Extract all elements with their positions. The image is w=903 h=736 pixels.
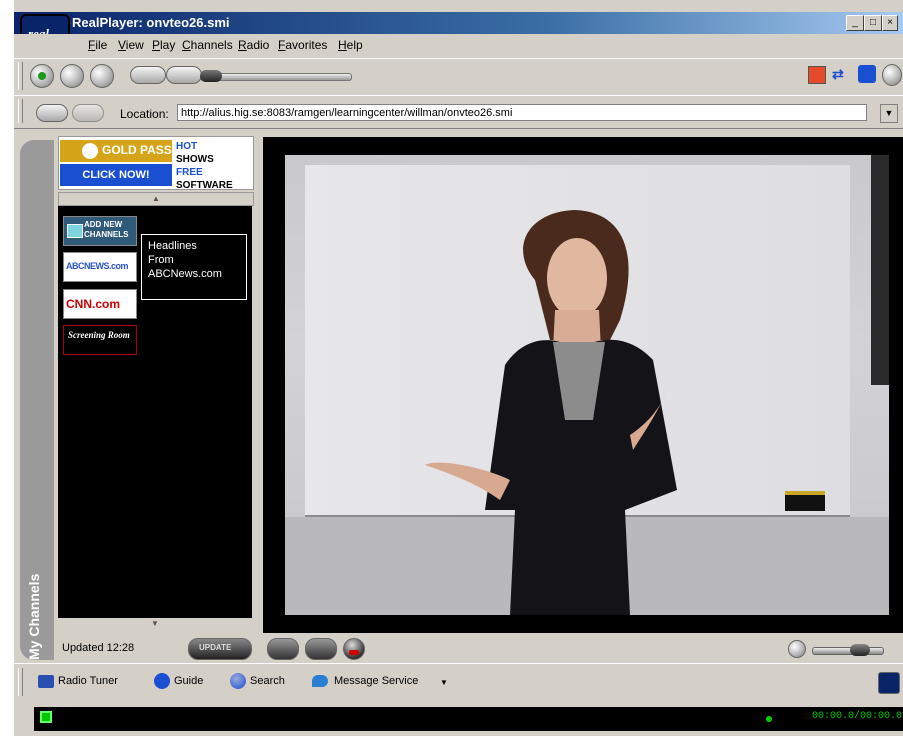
news-icon[interactable] [858, 65, 876, 83]
location-grip[interactable] [18, 99, 23, 123]
ad-hot: HOT [176, 141, 198, 152]
left-edge [0, 0, 14, 736]
tooltip-line-1: Headlines [148, 240, 197, 252]
ad-gold-text: GOLD PASS [102, 143, 172, 157]
volume-thumb[interactable] [850, 644, 870, 656]
monitor-icon [67, 224, 83, 238]
pause-button[interactable] [60, 64, 84, 88]
search-icon [230, 673, 246, 689]
maximize-button[interactable]: □ [864, 15, 882, 31]
play-button[interactable] [30, 64, 54, 88]
channel-abcnews-label: ABCNEWS.com [66, 261, 129, 271]
tooltip-line-3: ABCNews.com [148, 268, 222, 280]
connection-dot-icon [766, 716, 772, 722]
ad-text-block: HOT SHOWS FREE SOFTWARE [176, 139, 233, 191]
video-display[interactable] [285, 155, 889, 615]
guide-icon [154, 673, 170, 689]
updated-timestamp: Updated 12:28 [62, 642, 135, 654]
message-service-button[interactable]: Message Service [334, 675, 418, 687]
window-title: RealPlayer: onvteo26.smi [72, 15, 230, 30]
ad-shows: SHOWS [176, 154, 214, 165]
message-icon [312, 675, 328, 687]
location-input[interactable]: http://alius.hig.se:8083/ramgen/learning… [177, 104, 867, 121]
search-globe-icon[interactable] [882, 64, 902, 86]
channel-tooltip: Headlines From ABCNews.com [141, 234, 247, 300]
channel-add-label: ADD NEW CHANNELS [84, 220, 129, 239]
menu-channels[interactable]: Channels [182, 38, 233, 52]
channel-abcnews[interactable]: ABCNEWS.com [63, 252, 137, 282]
channels-scroll-down[interactable]: ▼ [58, 618, 252, 630]
channel-cnn-label: CNN.com [66, 297, 121, 311]
channel-cnn[interactable]: CNN.com [63, 289, 137, 319]
message-service-dropdown-icon[interactable]: ▼ [440, 678, 448, 687]
bottom-toolbar-grip[interactable] [18, 668, 23, 696]
back-button[interactable] [36, 104, 68, 122]
menu-help[interactable]: Help [338, 38, 363, 52]
channels-scroll-up[interactable]: ▲ [58, 192, 254, 206]
seek-slider[interactable] [200, 73, 352, 81]
close-button[interactable]: × [882, 15, 898, 31]
stop-button[interactable] [90, 64, 114, 88]
location-dropdown-button[interactable]: ▼ [880, 104, 898, 123]
record-button[interactable] [343, 638, 365, 660]
menu-bar [14, 34, 903, 56]
swap-icon[interactable]: ⇄ [832, 67, 850, 81]
next-clip-button[interactable] [305, 638, 337, 660]
playback-time: 00:00.0/00:00.0 [812, 711, 903, 722]
channel-screening-label: Screening Room [68, 330, 130, 340]
play-icon [38, 72, 46, 80]
status-display [34, 707, 903, 731]
channel-screening-room[interactable]: Screening Room [63, 325, 137, 355]
ad-click-now[interactable]: CLICK NOW! [60, 164, 172, 186]
my-channels-tab-label: My Channels [26, 573, 42, 660]
minimize-button[interactable]: _ [846, 15, 864, 31]
tooltip-line-2: From [148, 254, 174, 266]
radio-tuner-icon [38, 675, 54, 688]
volume-icon[interactable] [788, 640, 806, 658]
channel-icon[interactable] [808, 66, 826, 84]
seek-thumb[interactable] [200, 70, 222, 82]
ad-free: FREE [176, 167, 203, 178]
bottom-toolbar [14, 663, 903, 704]
update-button-label: UPDATE [199, 643, 232, 652]
compact-mode-icon[interactable] [878, 672, 900, 694]
menu-favorites[interactable]: Favorites [278, 38, 327, 52]
prev-clip-button[interactable] [267, 638, 299, 660]
menu-play[interactable]: Play [152, 38, 175, 52]
menu-radio[interactable]: Radio [238, 38, 269, 52]
board-eraser [785, 491, 825, 511]
menu-view[interactable]: View [118, 38, 144, 52]
presenter-face [547, 238, 607, 318]
search-button[interactable]: Search [250, 675, 285, 687]
ad-disc-icon [82, 143, 98, 159]
status-indicator-icon [40, 711, 52, 723]
menu-file[interactable]: File [88, 38, 107, 52]
fast-forward-button[interactable] [166, 66, 202, 84]
radio-tuner-button[interactable]: Radio Tuner [58, 675, 118, 687]
channel-add-new[interactable]: ADD NEW CHANNELS [63, 216, 137, 246]
ad-software: SOFTWARE [176, 180, 233, 191]
presenter-figure [425, 210, 677, 615]
forward-button[interactable] [72, 104, 104, 122]
wall-panel [871, 155, 889, 385]
update-button[interactable]: UPDATE [188, 638, 252, 660]
guide-button[interactable]: Guide [174, 675, 203, 687]
record-icon [349, 650, 359, 655]
toolbar-grip[interactable] [18, 62, 23, 90]
ad-gold-pass[interactable]: GOLD PASS [60, 140, 172, 162]
volume-slider[interactable] [812, 647, 884, 655]
location-label: Location: [120, 107, 169, 121]
rewind-button[interactable] [130, 66, 166, 84]
